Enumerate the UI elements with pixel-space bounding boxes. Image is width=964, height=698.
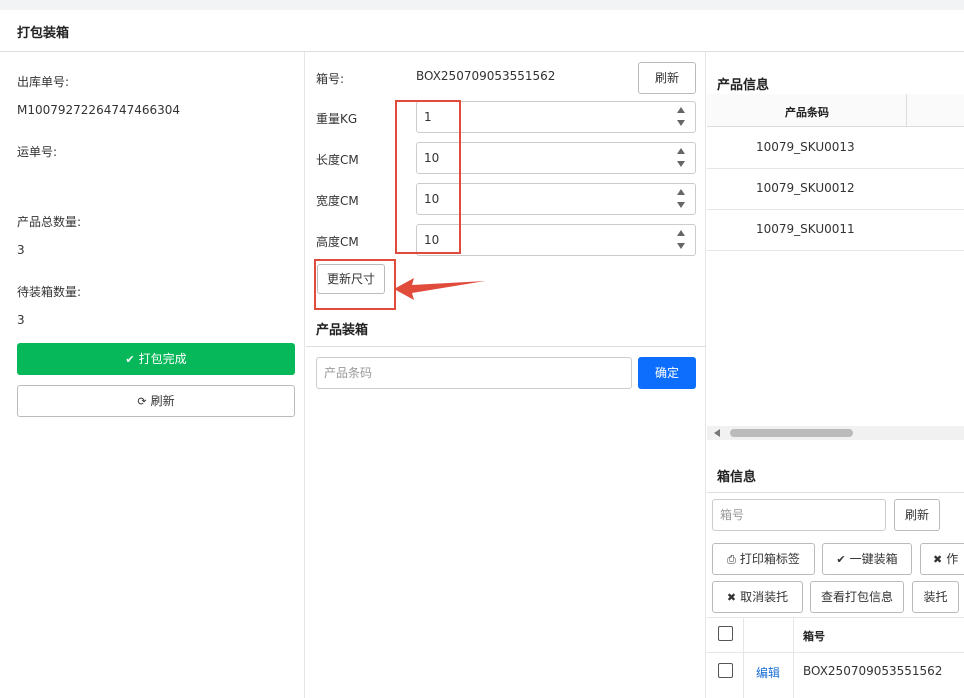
select-all-checkbox[interactable] (718, 626, 733, 641)
weight-label: 重量KG (316, 112, 358, 126)
box-row-value: BOX250709053551562 (803, 664, 943, 678)
annotation-update-box (314, 259, 396, 310)
pallet-button[interactable]: 装托 (912, 581, 959, 613)
product-row: 10079_SKU0011 (756, 222, 855, 236)
close-icon: ✖ (933, 553, 943, 566)
box-info-title: 箱信息 (717, 470, 757, 485)
one-click-box-button[interactable]: ✔ 一键装箱 (822, 543, 912, 575)
row-checkbox[interactable] (718, 663, 733, 678)
height-stepper[interactable] (677, 230, 687, 252)
refresh-order-label: 刷新 (150, 394, 175, 408)
finish-packing-button[interactable]: ✔ 打包完成 (17, 343, 295, 375)
width-label: 宽度CM (316, 194, 359, 208)
weight-stepper[interactable] (677, 107, 687, 129)
void-box-label: 作 (946, 552, 959, 566)
divider (707, 250, 964, 251)
waybill-label: 运单号: (17, 145, 58, 159)
title-bar: 打包装箱 (0, 10, 964, 52)
divider (707, 168, 964, 169)
annotation-arrow-icon (394, 278, 485, 300)
print-box-label-button[interactable]: ⎙ 打印箱标签 (712, 543, 815, 575)
one-click-box-label: 一键装箱 (849, 552, 898, 566)
pending-qty-label: 待装箱数量: (17, 285, 82, 299)
box-detail-panel: 箱号: BOX250709053551562 刷新 重量KG 1 长度CM 10… (306, 52, 706, 698)
info-panel: 产品信息 产品条码 10079_SKU0013 10079_SKU0012 10… (707, 52, 964, 698)
scrollbar-thumb[interactable] (730, 429, 853, 437)
length-stepper[interactable] (677, 148, 687, 170)
refresh-icon: ⟳ (137, 395, 147, 408)
finish-packing-label: 打包完成 (138, 352, 187, 366)
order-summary-panel: 出库单号: M10079272264747466304 运单号: 产品总数量: … (0, 52, 305, 698)
outbound-no-label: 出库单号: (17, 75, 70, 89)
printer-icon: ⎙ (727, 553, 736, 566)
view-pack-info-button[interactable]: 查看打包信息 (810, 581, 904, 613)
divider (707, 617, 964, 618)
total-qty-label: 产品总数量: (17, 215, 82, 229)
product-table-scrollbar[interactable] (707, 426, 964, 440)
divider (707, 209, 964, 210)
product-row: 10079_SKU0013 (756, 140, 855, 154)
close-icon: ✖ (726, 591, 737, 604)
scroll-left-icon[interactable] (714, 429, 720, 437)
confirm-button[interactable]: 确定 (638, 357, 696, 389)
pending-qty-value: 3 (17, 313, 25, 327)
product-info-title: 产品信息 (717, 78, 770, 93)
outbound-no-value: M10079272264747466304 (17, 103, 181, 117)
width-stepper[interactable] (677, 189, 687, 211)
refresh-box-button[interactable]: 刷新 (638, 62, 696, 94)
refresh-order-button[interactable]: ⟳ 刷新 (17, 385, 295, 417)
edit-box-link[interactable]: 编辑 (756, 664, 780, 681)
cancel-pallet-button[interactable]: ✖ 取消装托 (712, 581, 803, 613)
length-label: 长度CM (316, 153, 359, 167)
box-no-value: BOX250709053551562 (416, 69, 556, 83)
product-barcode-header: 产品条码 (785, 106, 829, 119)
box-no-label: 箱号: (316, 72, 345, 86)
product-table-header: 产品条码 (707, 94, 964, 127)
check-icon: ✔ (125, 353, 135, 366)
box-no-header: 箱号 (803, 630, 825, 643)
box-no-search-input[interactable]: 箱号 (712, 499, 886, 531)
divider (707, 492, 964, 493)
total-qty-value: 3 (17, 243, 25, 257)
cancel-pallet-label: 取消装托 (740, 590, 789, 604)
product-packing-title: 产品装箱 (316, 323, 369, 338)
print-box-label-label: 打印箱标签 (739, 552, 800, 566)
check-icon: ✔ (836, 553, 846, 566)
divider (707, 652, 964, 653)
product-row: 10079_SKU0012 (756, 181, 855, 195)
pack-box-page: 打包装箱 出库单号: M10079272264747466304 运单号: 产品… (0, 10, 964, 698)
refresh-box-list-button[interactable]: 刷新 (894, 499, 940, 531)
page-title: 打包装箱 (17, 26, 70, 41)
void-box-button[interactable]: ✖ 作 (920, 543, 964, 575)
annotation-dimensions-box (395, 100, 461, 254)
height-label: 高度CM (316, 235, 359, 249)
barcode-input[interactable]: 产品条码 (316, 357, 632, 389)
divider (306, 346, 706, 347)
